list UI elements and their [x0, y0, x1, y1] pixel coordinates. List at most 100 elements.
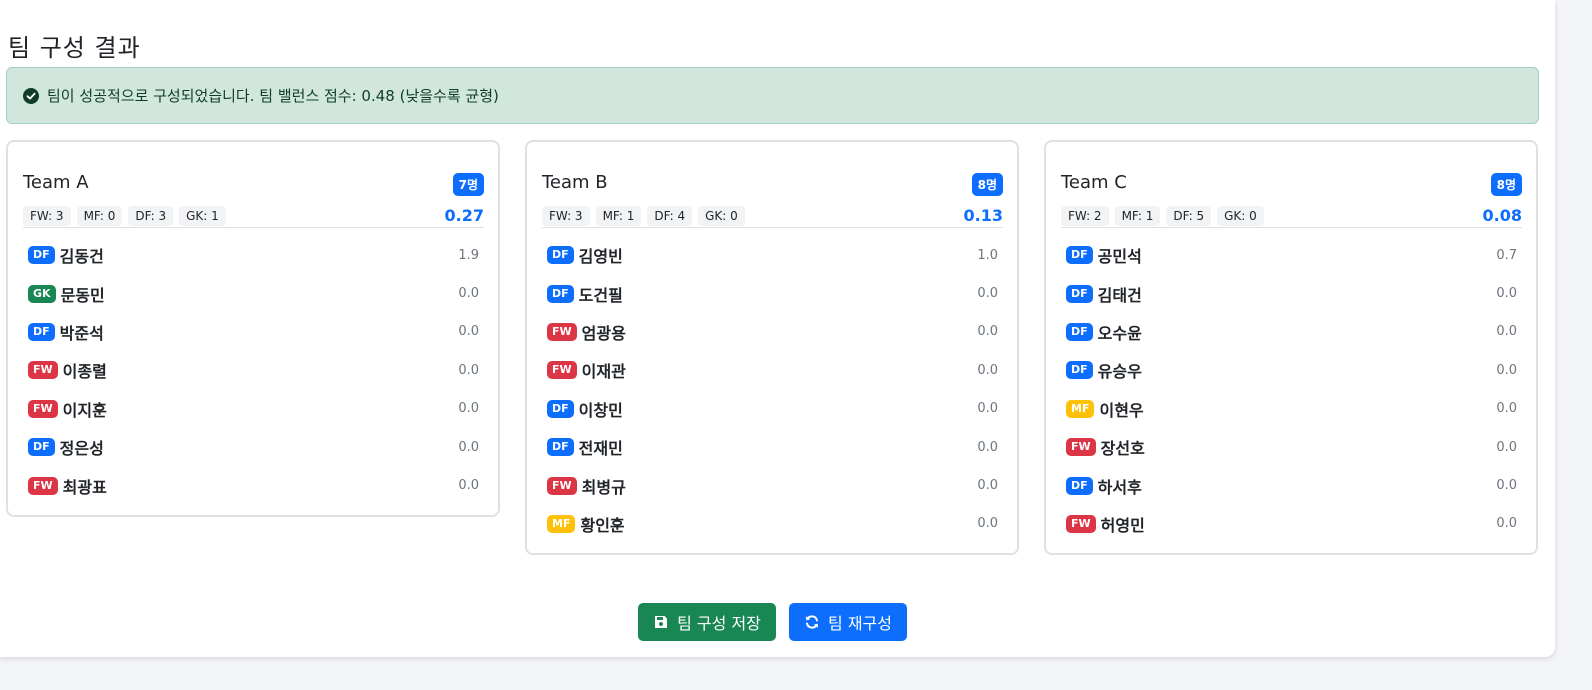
position-badge: DF — [547, 438, 574, 457]
player-name: 도건필 — [578, 285, 623, 305]
player-name: 이창민 — [578, 400, 623, 420]
player-row: DF 하서후 0.0 — [1061, 466, 1522, 504]
player-name: 이재관 — [581, 362, 626, 382]
player-row: DF 김동건 1.9 — [23, 236, 484, 274]
player-row: FW 최병규 0.0 — [542, 466, 1003, 504]
position-badge: DF — [547, 399, 574, 418]
position-counts: FW: 3 MF: 1 DF: 4 GK: 0 — [542, 206, 745, 226]
position-badge: DF — [547, 284, 574, 303]
player-score: 0.0 — [977, 362, 998, 378]
player-name: 이종렬 — [62, 362, 107, 382]
position-badge: FW — [547, 476, 577, 495]
player-row: FW 이재관 0.0 — [542, 351, 1003, 389]
player-score: 0.0 — [458, 362, 479, 378]
results-panel: 팀 구성 결과 팀이 성공적으로 구성되었습니다. 팀 밸런스 점수: 0.48… — [0, 0, 1555, 657]
player-name: 오수윤 — [1097, 323, 1142, 343]
team-card-header: Team C 8명 FW: 2 MF: 1 DF: 5 GK: 0 0.08 — [1061, 156, 1522, 228]
player-name: 엄광용 — [581, 323, 626, 343]
player-name: 황인훈 — [580, 515, 625, 535]
page-title: 팀 구성 결과 — [8, 34, 141, 62]
player-row: DF 공민석 0.7 — [1061, 236, 1522, 274]
team-name: Team C — [1061, 172, 1127, 193]
position-counts: FW: 3 MF: 0 DF: 3 GK: 1 — [23, 206, 226, 226]
position-badge: FW — [28, 399, 58, 418]
player-score: 0.7 — [1496, 247, 1517, 263]
player-name: 유승우 — [1097, 362, 1142, 382]
position-badge: GK — [28, 284, 56, 303]
save-icon — [653, 614, 669, 630]
position-badge: DF — [28, 438, 55, 457]
player-name: 김태건 — [1097, 285, 1142, 305]
player-name: 최병규 — [581, 477, 626, 497]
team-card-header: Team B 8명 FW: 3 MF: 1 DF: 4 GK: 0 0.13 — [542, 156, 1003, 228]
mf-count: MF: 1 — [595, 206, 642, 226]
player-score: 0.0 — [458, 324, 479, 340]
player-row: DF 유승우 0.0 — [1061, 351, 1522, 389]
player-score: 0.0 — [977, 516, 998, 532]
player-score: 0.0 — [1496, 516, 1517, 532]
player-name: 김영빈 — [578, 247, 623, 267]
player-name: 김동건 — [59, 247, 104, 267]
player-row: FW 이지훈 0.0 — [23, 390, 484, 428]
player-score: 0.0 — [458, 401, 479, 417]
player-row: DF 이창민 0.0 — [542, 390, 1003, 428]
player-row: FW 최광표 0.0 — [23, 466, 484, 504]
player-score: 1.9 — [458, 247, 479, 263]
fw-count: FW: 3 — [23, 206, 71, 226]
team-name: Team B — [542, 172, 608, 193]
player-row: DF 정은성 0.0 — [23, 428, 484, 466]
player-row: DF 박준석 0.0 — [23, 313, 484, 351]
player-list: DF 공민석 0.7 DF 김태건 0.0 DF 오수윤 0.0 DF 유승우 0.0 MF 이현우 0.0… — [1061, 228, 1522, 543]
team-score: 0.13 — [963, 206, 1003, 225]
position-badge: MF — [1066, 399, 1095, 418]
save-team-button[interactable]: 팀 구성 저장 — [638, 603, 776, 641]
player-score: 0.0 — [977, 439, 998, 455]
player-score: 0.0 — [1496, 362, 1517, 378]
position-badge: FW — [1066, 514, 1096, 533]
mf-count: MF: 1 — [1114, 206, 1161, 226]
player-name: 정은성 — [59, 439, 104, 459]
position-badge: DF — [28, 322, 55, 341]
player-row: DF 오수윤 0.0 — [1061, 313, 1522, 351]
player-score: 0.0 — [977, 286, 998, 302]
player-row: MF 황인훈 0.0 — [542, 505, 1003, 543]
player-name: 박준석 — [59, 323, 104, 343]
team-score: 0.27 — [444, 206, 484, 225]
mf-count: MF: 0 — [76, 206, 123, 226]
player-name: 하서후 — [1097, 477, 1142, 497]
reform-team-button[interactable]: 팀 재구성 — [789, 603, 907, 641]
player-name: 전재민 — [578, 439, 623, 459]
df-count: DF: 4 — [647, 206, 693, 226]
player-row: FW 엄광용 0.0 — [542, 313, 1003, 351]
alert-text: 팀이 성공적으로 구성되었습니다. 팀 밸런스 점수: 0.48 (낮을수록 균… — [47, 87, 499, 105]
save-button-label: 팀 구성 저장 — [677, 614, 761, 633]
player-score: 0.0 — [977, 478, 998, 494]
player-score: 0.0 — [458, 478, 479, 494]
position-badge: DF — [1066, 361, 1093, 380]
gk-count: GK: 1 — [179, 206, 226, 226]
player-name: 이현우 — [1099, 400, 1144, 420]
player-score: 0.0 — [977, 401, 998, 417]
df-count: DF: 5 — [1166, 206, 1212, 226]
position-badge: FW — [1066, 438, 1096, 457]
player-name: 최광표 — [62, 477, 107, 497]
player-row: FW 허영민 0.0 — [1061, 505, 1522, 543]
position-badge: FW — [28, 476, 58, 495]
team-card: Team B 8명 FW: 3 MF: 1 DF: 4 GK: 0 0.13 D… — [525, 140, 1019, 556]
fw-count: FW: 3 — [542, 206, 590, 226]
df-count: DF: 3 — [128, 206, 174, 226]
reform-button-label: 팀 재구성 — [828, 614, 892, 633]
position-badge: FW — [547, 322, 577, 341]
position-badge: DF — [1066, 476, 1093, 495]
player-name: 장선호 — [1100, 439, 1145, 459]
success-alert: 팀이 성공적으로 구성되었습니다. 팀 밸런스 점수: 0.48 (낮을수록 균… — [6, 67, 1539, 124]
team-card: Team C 8명 FW: 2 MF: 1 DF: 5 GK: 0 0.08 D… — [1044, 140, 1538, 556]
player-count-badge: 8명 — [971, 173, 1003, 196]
player-score: 0.0 — [458, 286, 479, 302]
team-name: Team A — [23, 172, 89, 193]
player-name: 공민석 — [1097, 247, 1142, 267]
gk-count: GK: 0 — [1217, 206, 1264, 226]
position-badge: DF — [1066, 322, 1093, 341]
position-badge: DF — [1066, 246, 1093, 265]
position-badge: DF — [28, 246, 55, 265]
